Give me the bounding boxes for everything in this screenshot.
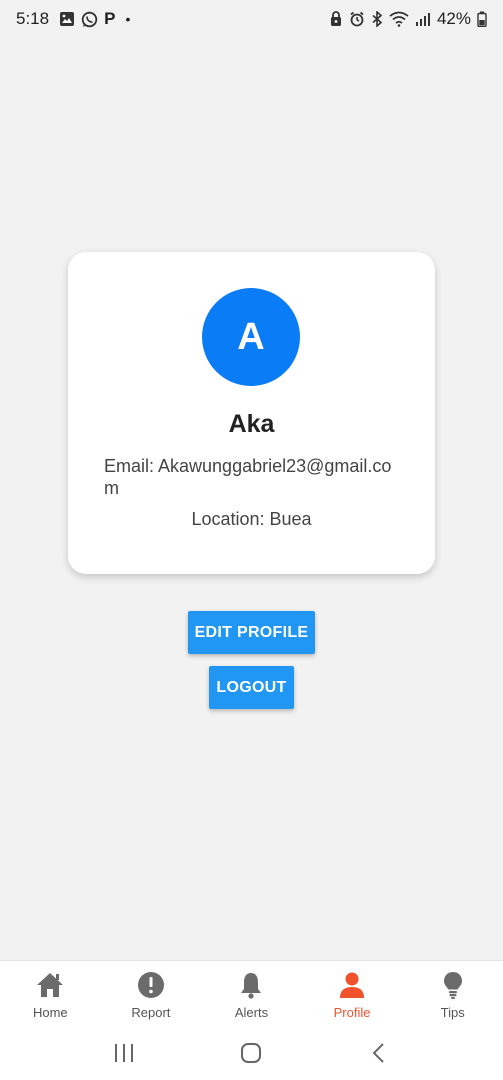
wifi-icon <box>389 11 409 27</box>
bluetooth-icon <box>371 11 383 27</box>
home-icon <box>34 969 66 1001</box>
nav-item-tips[interactable]: Tips <box>402 961 503 1026</box>
profile-location: Location: Buea <box>191 509 312 529</box>
battery-icon <box>477 11 487 27</box>
signal-icon <box>415 11 431 27</box>
recents-icon[interactable] <box>104 1033 144 1073</box>
lock-icon <box>329 11 343 27</box>
whatsapp-icon <box>81 11 98 28</box>
nav-item-alerts[interactable]: Alerts <box>201 961 302 1026</box>
status-time: 5:18 <box>16 9 50 28</box>
nav-item-home[interactable]: Home <box>0 961 101 1026</box>
system-nav <box>0 1026 503 1080</box>
edit-profile-button[interactable]: EDIT PROFILE <box>188 611 315 654</box>
profile-name: Aka <box>228 410 275 438</box>
back-icon[interactable] <box>359 1033 399 1073</box>
nav-label-tips: Tips <box>440 1005 465 1020</box>
lightbulb-icon <box>437 969 469 1001</box>
battery-percent: 42% <box>436 9 471 28</box>
p-icon: P <box>104 9 116 28</box>
nav-label-home: Home <box>32 1005 68 1020</box>
profile-email: Email: Akawunggabriel23@gmail.com <box>104 456 392 498</box>
alert-circle-icon <box>135 969 167 1001</box>
profile-card: A Aka Email: Akawunggabriel23@gmail.com … <box>68 252 435 574</box>
avatar: A <box>202 288 300 386</box>
home-circle-icon[interactable] <box>231 1033 271 1073</box>
logout-button[interactable]: LOGOUT <box>209 666 294 709</box>
dot-icon: • <box>125 11 131 27</box>
bell-icon <box>235 969 267 1001</box>
person-icon <box>336 969 368 1001</box>
status-left: 5:18 P • <box>16 9 130 29</box>
nav-item-profile[interactable]: Profile <box>302 961 403 1026</box>
nav-label-report: Report <box>131 1005 171 1020</box>
bottom-nav: Home Report Alerts Profile Tips <box>0 960 503 1026</box>
nav-label-profile: Profile <box>333 1005 371 1020</box>
status-right: 42% <box>329 9 487 29</box>
alarm-icon <box>349 11 365 27</box>
status-bar: 5:18 P • 42% <box>0 0 503 38</box>
nav-label-alerts: Alerts <box>234 1005 269 1020</box>
gallery-icon <box>59 11 75 27</box>
nav-item-report[interactable]: Report <box>101 961 202 1026</box>
